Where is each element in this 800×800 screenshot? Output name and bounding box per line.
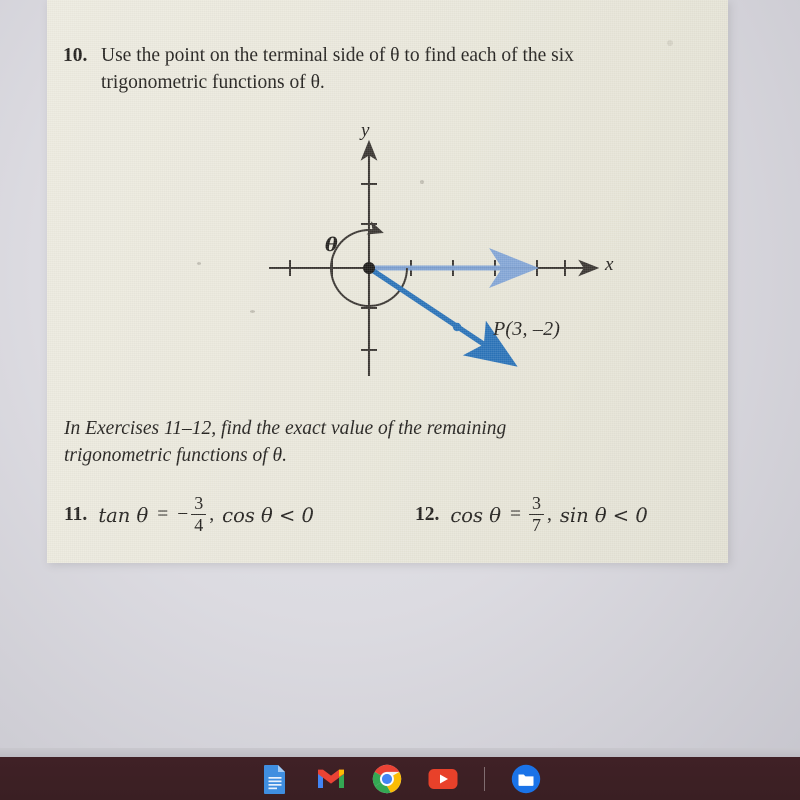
problem-11-denominator: 4 bbox=[194, 515, 204, 536]
problem-11-equals: = bbox=[157, 504, 169, 526]
chrome-icon[interactable] bbox=[372, 764, 402, 794]
problem-11-function: tan θ bbox=[98, 503, 149, 527]
problem-12-number: 12. bbox=[415, 504, 440, 526]
problem-12-numerator: 3 bbox=[531, 493, 541, 513]
problem-10-line-2: trigonometric functions of θ. bbox=[101, 72, 325, 93]
problem-11: 11. tan θ = − 3 4 , cos θ < 0 bbox=[64, 493, 316, 536]
problem-11-fraction: 3 4 bbox=[191, 493, 207, 536]
files-icon[interactable] bbox=[511, 764, 541, 794]
x-axis-label: x bbox=[605, 254, 614, 275]
problem-12: 12. cos θ = 3 7 , sin θ < 0 bbox=[415, 493, 650, 536]
problem-12-fraction: 3 7 bbox=[528, 493, 544, 536]
angle-theta-label: θ bbox=[325, 234, 338, 256]
textbook-page-photo: 10. Use the point on the terminal side o… bbox=[47, 0, 728, 563]
problem-11-number: 11. bbox=[64, 504, 88, 526]
problem-11-minus: − bbox=[177, 504, 189, 526]
problem-12-function: cos θ bbox=[450, 503, 501, 527]
point-p-marker bbox=[452, 322, 462, 332]
problem-12-expression: cos θ = 3 7 , sin θ < 0 bbox=[448, 493, 649, 536]
point-p-label: P(3, –2) bbox=[493, 318, 561, 340]
problem-11-condition: cos θ < 0 bbox=[222, 503, 314, 527]
origin-point bbox=[363, 262, 375, 274]
taskbar-separator bbox=[483, 766, 485, 791]
google-docs-icon[interactable] bbox=[260, 764, 290, 794]
gmail-icon[interactable] bbox=[316, 764, 346, 794]
problem-12-equals: = bbox=[509, 504, 521, 526]
paper-speck bbox=[197, 262, 201, 265]
exercises-intro-line-2: trigonometric functions of θ. bbox=[64, 445, 287, 466]
screen: 10. Use the point on the terminal side o… bbox=[0, 0, 800, 800]
problem-12-comma: , bbox=[546, 504, 552, 526]
coordinate-figure: y x θ P(3, –2) bbox=[247, 118, 647, 388]
youtube-icon[interactable] bbox=[428, 764, 458, 794]
problem-10-number: 10. bbox=[63, 45, 88, 66]
problem-11-expression: tan θ = − 3 4 , cos θ < 0 bbox=[96, 493, 316, 536]
problem-10: 10. Use the point on the terminal side o… bbox=[63, 42, 703, 96]
taskbar-items bbox=[0, 757, 800, 800]
exercises-intro-line-1: In Exercises 11–12, find the exact value… bbox=[64, 418, 507, 439]
figure-svg bbox=[269, 139, 600, 376]
terminal-side-ray bbox=[367, 265, 518, 367]
y-axis-label: y bbox=[361, 120, 370, 141]
problem-11-numerator: 3 bbox=[194, 493, 204, 513]
problem-12-condition: sin θ < 0 bbox=[559, 503, 648, 527]
problem-11-comma: , bbox=[209, 504, 215, 526]
taskbar bbox=[0, 757, 800, 800]
taskbar-top-strip bbox=[0, 748, 800, 757]
exercises-intro: In Exercises 11–12, find the exact value… bbox=[64, 415, 728, 469]
problem-12-denominator: 7 bbox=[531, 515, 541, 536]
problem-10-line-1: Use the point on the terminal side of θ … bbox=[101, 45, 574, 66]
